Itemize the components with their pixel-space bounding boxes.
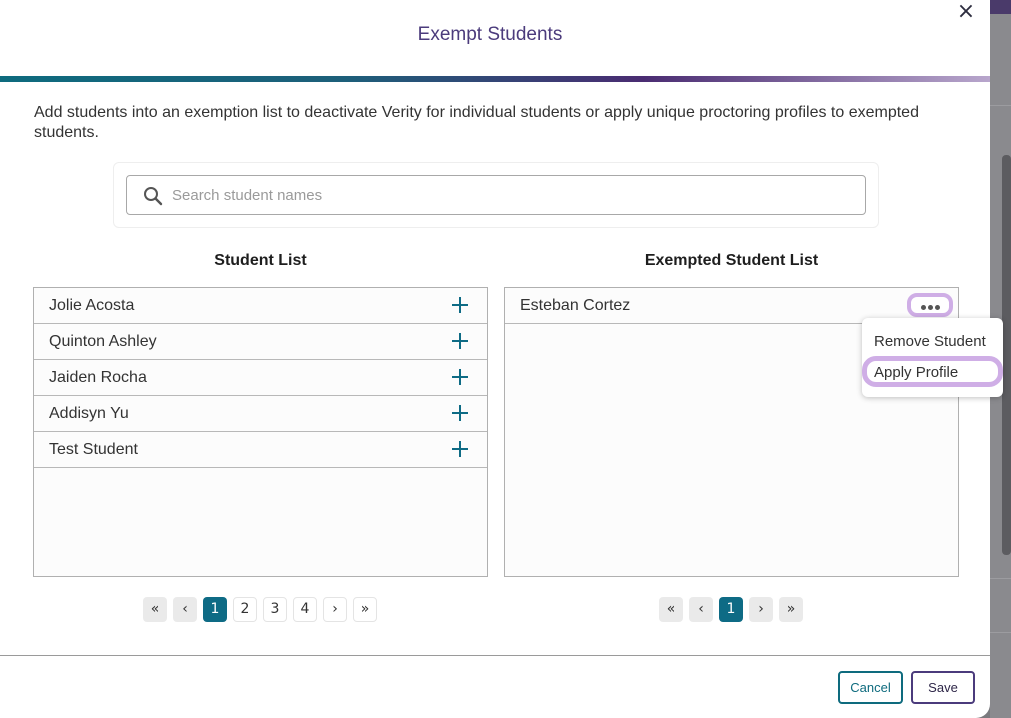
double-chevron-right-icon[interactable]: » — [779, 597, 803, 622]
student-name: Jolie Acosta — [49, 297, 135, 314]
menu-item-apply-profile[interactable]: Apply Profile — [862, 356, 1003, 387]
more-options-button[interactable] — [907, 293, 953, 317]
double-chevron-left-icon[interactable]: « — [143, 597, 167, 622]
exempt-students-modal: × Exempt Students Add students into an e… — [0, 0, 1003, 718]
chevron-left-icon[interactable]: ‹ — [173, 597, 197, 622]
student-list-title: Student List — [214, 252, 307, 269]
page-button-current[interactable]: 1 — [719, 597, 743, 622]
page-button-current[interactable]: 1 — [203, 597, 227, 622]
close-icon[interactable]: × — [955, 1, 977, 24]
more-horizontal-icon — [927, 305, 933, 310]
student-name: Esteban Cortez — [520, 297, 631, 314]
search-field[interactable] — [126, 175, 866, 215]
save-button[interactable]: Save — [911, 671, 975, 704]
more-horizontal-icon — [920, 305, 926, 310]
header-gradient-divider — [0, 76, 990, 82]
background-divider — [990, 105, 1011, 106]
chevron-right-icon[interactable]: › — [323, 597, 347, 622]
chevron-left-icon[interactable]: ‹ — [689, 597, 713, 622]
menu-item-label: Apply Profile — [874, 364, 959, 381]
chevron-right-icon[interactable]: › — [749, 597, 773, 622]
add-student-plus-icon[interactable] — [451, 296, 469, 314]
student-row: Quinton Ashley — [34, 324, 487, 360]
menu-item-remove-student[interactable]: Remove Student — [874, 333, 986, 350]
modal-description: Add students into an exemption list to d… — [34, 104, 919, 141]
add-student-plus-icon[interactable] — [451, 404, 469, 422]
student-list: Jolie Acosta Quinton Ashley Jaiden Rocha… — [33, 287, 488, 577]
search-panel — [113, 162, 879, 228]
background-header — [990, 0, 1011, 14]
student-name: Test Student — [49, 441, 138, 458]
student-list-pagination: « ‹ 1 2 3 4 › » — [143, 597, 377, 622]
student-row: Addisyn Yu — [34, 396, 487, 432]
footer-divider — [0, 655, 990, 656]
student-row: Test Student — [34, 432, 487, 468]
double-chevron-left-icon[interactable]: « — [659, 597, 683, 622]
cancel-button[interactable]: Cancel — [838, 671, 903, 704]
page-button[interactable]: 2 — [233, 597, 257, 622]
student-name: Addisyn Yu — [49, 405, 129, 422]
add-student-plus-icon[interactable] — [451, 368, 469, 386]
add-student-plus-icon[interactable] — [451, 332, 469, 350]
page-button[interactable]: 3 — [263, 597, 287, 622]
student-name: Jaiden Rocha — [49, 369, 147, 386]
background-divider — [990, 632, 1011, 633]
student-options-menu: Remove Student Apply Profile — [862, 318, 1003, 397]
search-icon — [144, 187, 163, 206]
student-name: Quinton Ashley — [49, 333, 157, 350]
background-scrollbar — [1002, 155, 1011, 555]
background-divider — [990, 578, 1011, 579]
modal-title: Exempt Students — [417, 24, 563, 45]
student-row: Jaiden Rocha — [34, 360, 487, 396]
more-horizontal-icon — [934, 305, 940, 310]
add-student-plus-icon[interactable] — [451, 440, 469, 458]
exempted-list-pagination: « ‹ 1 › » — [659, 597, 803, 622]
student-row: Jolie Acosta — [34, 288, 487, 324]
exempted-list-title: Exempted Student List — [644, 252, 819, 269]
page-button[interactable]: 4 — [293, 597, 317, 622]
search-input[interactable] — [172, 184, 852, 206]
double-chevron-right-icon[interactable]: » — [353, 597, 377, 622]
